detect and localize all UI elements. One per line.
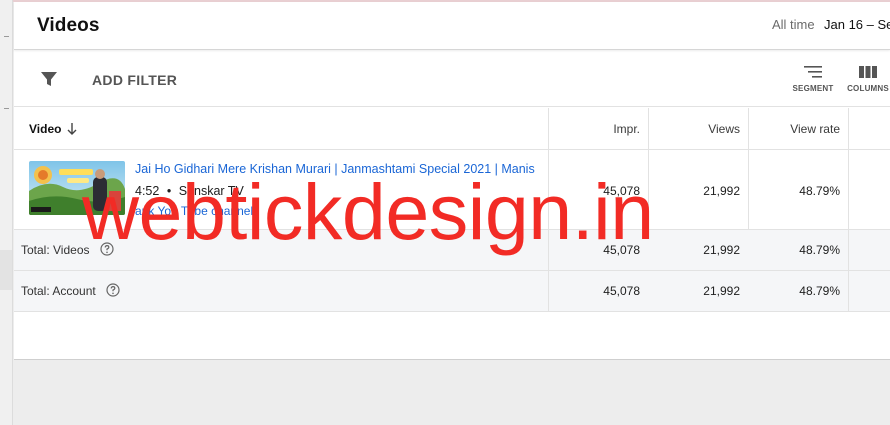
rail-mark [4, 36, 9, 37]
columns-button[interactable]: COLUMNS [846, 65, 890, 93]
column-divider [848, 150, 849, 229]
panel-header: Videos All time Jan 16 – Se [14, 2, 890, 50]
views-account-cell: 21,992 [703, 284, 740, 298]
date-range-picker[interactable]: Jan 16 – Se [824, 17, 890, 32]
column-divider [848, 108, 849, 149]
view-rate-total-cell: 48.79% [799, 243, 840, 257]
date-range-label: All time [772, 17, 815, 32]
rail-block [0, 250, 12, 290]
impressions-account-cell: 45,078 [603, 284, 640, 298]
view-rate-cell: 48.79% [799, 184, 840, 198]
total-videos-label: Total: Videos [21, 243, 90, 257]
column-divider [748, 150, 749, 229]
column-divider [548, 108, 549, 149]
column-divider [748, 108, 749, 149]
total-account-row: Total: Account 45,078 21,992 48.79% [14, 271, 890, 312]
filter-funnel-icon[interactable] [40, 70, 58, 88]
segment-button[interactable]: SEGMENT [790, 65, 836, 93]
total-account-label: Total: Account [21, 284, 96, 298]
views-total-cell: 21,992 [703, 243, 740, 257]
table-header-row: Video Impr. Views View rate [14, 108, 890, 150]
left-rail [0, 0, 13, 425]
column-divider [648, 108, 649, 149]
view-rate-column-header[interactable]: View rate [754, 122, 840, 136]
arrow-down-icon[interactable] [66, 122, 78, 136]
column-divider [848, 230, 849, 270]
view-rate-account-cell: 48.79% [799, 284, 840, 298]
watermark-text: webtickdesign.in [82, 167, 654, 256]
views-cell: 21,992 [703, 184, 740, 198]
column-divider [548, 271, 549, 311]
page-title: Videos [37, 15, 100, 36]
column-divider [848, 271, 849, 311]
studio-analytics-screen: Videos All time Jan 16 – Se ADD FILTER S… [0, 0, 890, 425]
segment-lines-icon [804, 66, 822, 78]
help-circle-icon[interactable] [106, 283, 120, 297]
segment-label: SEGMENT [792, 84, 834, 93]
video-column-header[interactable]: Video [29, 122, 61, 136]
views-column-header[interactable]: Views [654, 122, 740, 136]
filter-toolbar: ADD FILTER SEGMENT COLUMNS [14, 51, 890, 107]
add-filter-button[interactable]: ADD FILTER [92, 72, 177, 88]
impressions-column-header[interactable]: Impr. [554, 122, 640, 136]
columns-grid-icon [859, 66, 877, 78]
columns-label: COLUMNS [847, 84, 889, 93]
rail-mark [4, 108, 9, 109]
